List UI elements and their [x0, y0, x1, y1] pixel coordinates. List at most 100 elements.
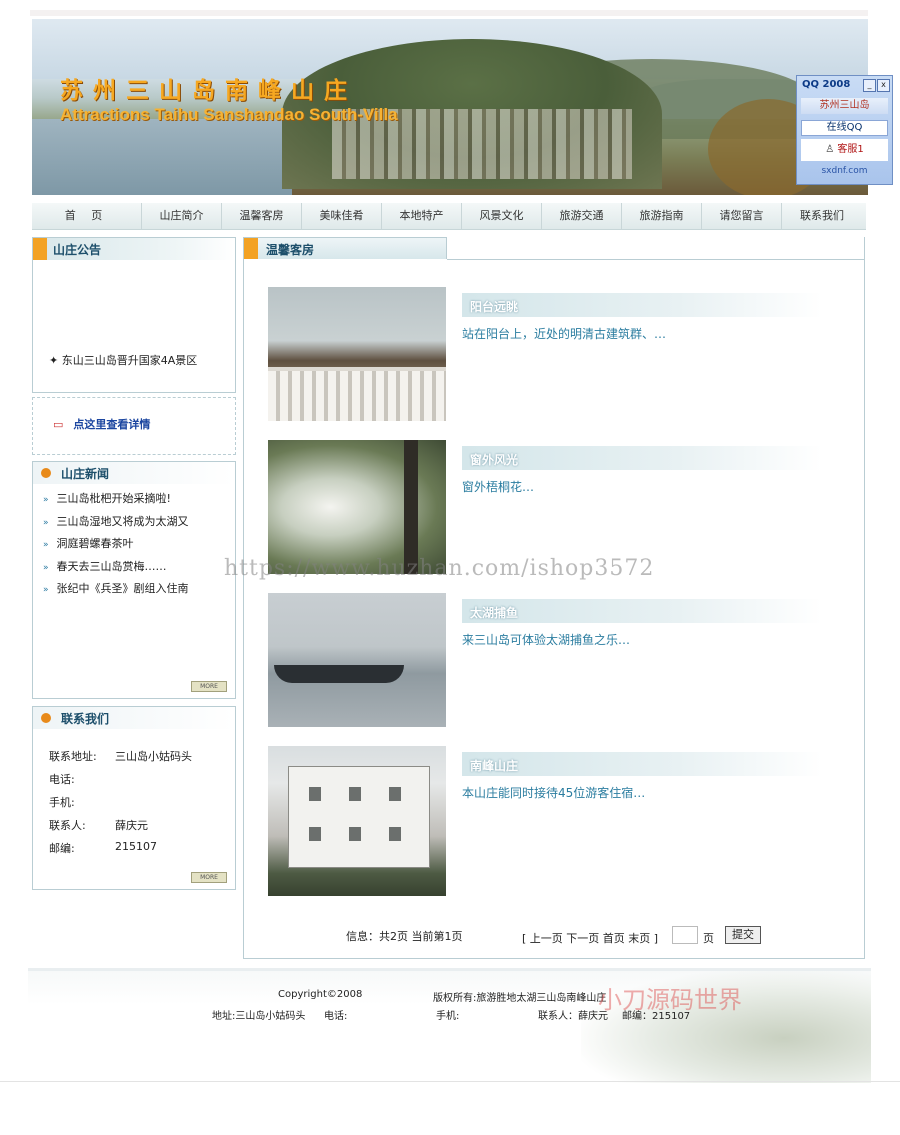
double-arrow-icon: » — [43, 585, 49, 595]
footer-mobile: 手机: — [436, 1011, 460, 1022]
top-divider — [30, 10, 868, 16]
photo-house — [288, 766, 430, 868]
house-window — [349, 827, 361, 841]
rooms-top-border — [447, 259, 865, 260]
qq-close-button[interactable]: x — [877, 79, 890, 92]
contact-person-label: 联系人: — [49, 819, 86, 832]
room-description[interactable]: 站在阳台上，近处的明清古建筑群、… — [462, 325, 666, 342]
site-title-en: Attractions Taihu Sanshandao South-Villa — [60, 105, 398, 124]
qq-minimize-button[interactable]: _ — [863, 79, 876, 92]
footer-copyright: Copyright©2008 — [278, 989, 363, 1000]
contact-zip-row: 邮编: 215107 — [49, 840, 157, 856]
contact-address-label: 联系地址: — [49, 750, 97, 763]
news-panel: 山庄新闻 » 三山岛枇杷开始采摘啦! » 三山岛湿地又将成为太湖又 » 洞庭碧螺春茶叶… — [32, 461, 236, 699]
photo-boat — [274, 665, 404, 683]
banner-lake — [32, 119, 292, 195]
nav-item-culture[interactable]: 风景文化 — [462, 203, 542, 229]
nav-item-contact[interactable]: 联系我们 — [782, 203, 862, 229]
rooms-title-tab: 温馨客房 — [243, 237, 447, 259]
page-number-input[interactable] — [672, 926, 698, 944]
room-photo[interactable] — [268, 440, 446, 574]
rooms-flag-icon — [244, 238, 258, 259]
qq-service-label: 客服1 — [837, 144, 864, 155]
room-title: 太湖捕鱼 — [470, 606, 519, 620]
notice-detail-link[interactable]: ▭ 点这里查看详情 — [53, 416, 150, 432]
room-photo[interactable] — [268, 746, 446, 896]
house-window — [389, 827, 401, 841]
contact-mobile-row: 手机: — [49, 794, 75, 810]
news-more-button[interactable]: MORE — [191, 681, 227, 692]
qq-group-name: 苏州三山岛 — [801, 98, 888, 114]
news-item-label: 洞庭碧螺春茶叶 — [56, 537, 134, 550]
news-item[interactable]: » 春天去三山岛赏梅…… — [43, 558, 189, 581]
double-arrow-icon: » — [43, 562, 49, 573]
news-list: » 三山岛枇杷开始采摘啦! » 三山岛湿地又将成为太湖又 » 洞庭碧螺春茶叶 » 春天去… — [43, 490, 189, 603]
news-bullet-icon — [41, 468, 51, 478]
qq-online-button[interactable]: 在线QQ — [801, 120, 888, 136]
house-window — [389, 787, 401, 801]
page-submit-button[interactable]: 提交 — [725, 926, 761, 944]
house-window — [349, 787, 361, 801]
nav-item-transport[interactable]: 旅游交通 — [542, 203, 622, 229]
nav-item-specialties[interactable]: 本地特产 — [382, 203, 462, 229]
nav-item-about[interactable]: 山庄简介 — [142, 203, 222, 229]
room-title: 阳台远眺 — [470, 300, 519, 314]
room-card[interactable]: 阳台远眺 站在阳台上，近处的明清古建筑群、… — [268, 287, 848, 421]
contact-zip-label: 邮编: — [49, 842, 75, 855]
room-title-bar: 南峰山庄 — [462, 752, 822, 776]
main-nav: 首 页 山庄简介 温馨客房 美味佳肴 本地特产 风景文化 旅游交通 旅游指南 请… — [32, 203, 866, 230]
contact-panel: 联系我们 联系地址: 三山岛小姑码头 电话: 手机: 联系人: 薛庆元 邮编: … — [32, 706, 236, 890]
room-card[interactable]: 窗外风光 窗外梧桐花… — [268, 440, 848, 574]
footer-address: 地址:三山岛小姑码头 — [212, 1011, 306, 1022]
pager-links[interactable]: [ 上一页 下一页 首页 末页 ] — [522, 930, 658, 946]
room-description[interactable]: 本山庄能同时接待45位游客住宿… — [462, 784, 645, 801]
bottom-divider — [0, 1081, 900, 1082]
rooms-title: 温馨客房 — [266, 243, 315, 257]
notice-title: 山庄公告 — [53, 243, 102, 257]
contact-person-value: 薛庆元 — [115, 819, 148, 832]
room-card[interactable]: 太湖捕鱼 来三山岛可体验太湖捕鱼之乐… — [268, 593, 848, 727]
room-title-bar: 窗外风光 — [462, 446, 822, 470]
footer: Copyright©2008 版权所有:旅游胜地太湖三山岛南峰山庄 地址:三山岛… — [28, 968, 871, 1083]
room-title: 南峰山庄 — [470, 759, 519, 773]
house-window — [309, 827, 321, 841]
contact-title: 联系我们 — [61, 712, 110, 726]
nav-item-guide[interactable]: 旅游指南 — [622, 203, 702, 229]
news-title-bar: 山庄新闻 — [33, 462, 235, 484]
nav-item-home[interactable]: 首 页 — [32, 203, 142, 229]
room-photo[interactable] — [268, 287, 446, 421]
qq-chat-widget: QQ 2008 _ x 苏州三山岛 在线QQ ♙ 客服1 sxdnf.com — [796, 75, 893, 185]
notice-panel: 山庄公告 ✦ 东山三山岛晋升国家4A景区 — [32, 237, 236, 393]
notice-flag-icon — [33, 238, 47, 260]
news-item[interactable]: » 张纪中《兵圣》剧组入住南 — [43, 580, 189, 603]
notice-detail-panel: ▭ 点这里查看详情 — [32, 397, 236, 455]
news-item-label: 三山岛枇杷开始采摘啦! — [56, 492, 171, 505]
news-item[interactable]: » 三山岛湿地又将成为太湖又 — [43, 513, 189, 536]
contact-phone-label: 电话: — [49, 773, 75, 786]
news-item[interactable]: » 三山岛枇杷开始采摘啦! — [43, 490, 189, 513]
room-photo[interactable] — [268, 593, 446, 727]
contact-more-button[interactable]: MORE — [191, 872, 227, 883]
room-title: 窗外风光 — [470, 453, 519, 467]
contact-zip-value: 215107 — [115, 840, 157, 853]
qq-widget-title: QQ 2008 — [802, 79, 851, 90]
site-title-cn: 苏州三山岛南峰山庄 — [60, 77, 357, 104]
news-item[interactable]: » 洞庭碧螺春茶叶 — [43, 535, 189, 558]
nav-item-food[interactable]: 美味佳肴 — [302, 203, 382, 229]
qq-service-link[interactable]: ♙ 客服1 — [801, 139, 888, 161]
room-description[interactable]: 来三山岛可体验太湖捕鱼之乐… — [462, 631, 630, 648]
contact-title-bar: 联系我们 — [33, 707, 235, 729]
nav-item-rooms[interactable]: 温馨客房 — [222, 203, 302, 229]
notice-item[interactable]: ✦ 东山三山岛晋升国家4A景区 — [49, 352, 197, 368]
notice-title-bar: 山庄公告 — [33, 238, 235, 260]
room-card[interactable]: 南峰山庄 本山庄能同时接待45位游客住宿… — [268, 746, 848, 896]
photo-balcony — [268, 367, 446, 421]
photo-window-frame — [404, 440, 418, 574]
header-banner: 苏州三山岛南峰山庄 Attractions Taihu Sanshandao S… — [32, 19, 868, 195]
news-title: 山庄新闻 — [61, 467, 110, 481]
room-description[interactable]: 窗外梧桐花… — [462, 478, 534, 495]
room-title-bar: 太湖捕鱼 — [462, 599, 822, 623]
page-unit-label: 页 — [703, 932, 714, 945]
nav-item-guestbook[interactable]: 请您留言 — [702, 203, 782, 229]
qq-site-label: sxdnf.com — [821, 166, 868, 176]
